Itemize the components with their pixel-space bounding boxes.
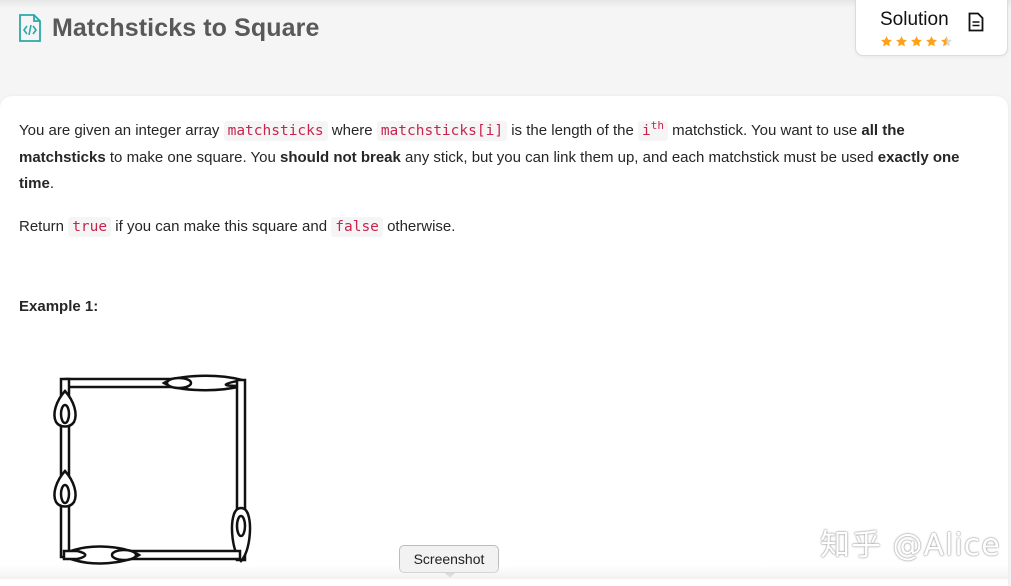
star-icon — [896, 36, 907, 47]
return-paragraph: Return true if you can make this square … — [19, 214, 984, 241]
star-icon — [881, 36, 892, 47]
example-heading: Example 1: — [19, 298, 99, 315]
star-icon — [911, 36, 922, 47]
code-var: i — [641, 123, 651, 139]
text: You are given an integer array — [19, 122, 224, 139]
matchsticks-square-image — [53, 374, 252, 565]
bold-text: should not break — [280, 148, 401, 166]
text: matchstick. You want to use — [667, 122, 862, 139]
code-file-icon — [19, 14, 41, 42]
inline-code: matchsticks — [223, 121, 328, 141]
inline-code: false — [331, 216, 383, 237]
star-icon — [926, 36, 937, 47]
inline-code: true — [68, 216, 112, 237]
problem-header: Matchsticks to Square — [18, 12, 319, 44]
text: Return — [19, 217, 69, 235]
solution-label: Solution — [880, 9, 949, 30]
inline-code: matchsticks[i] — [376, 121, 508, 141]
page-title: Matchsticks to Square — [52, 13, 320, 42]
text: is the length of the — [507, 122, 638, 139]
document-icon — [968, 12, 984, 32]
problem-description: You are given an integer array matchstic… — [19, 118, 984, 240]
text: to make one square. You — [105, 148, 281, 166]
half-star-icon — [941, 36, 952, 47]
text: where — [327, 122, 377, 139]
watermark: 知乎 @Alice — [820, 528, 1001, 563]
text: . — [49, 175, 55, 192]
superscript: th — [650, 119, 664, 133]
inline-code-i: ith — [637, 119, 668, 141]
solution-button[interactable]: Solution — [855, 0, 1008, 56]
description-paragraph: You are given an integer array matchstic… — [19, 118, 984, 198]
text: if you can make this square and — [111, 217, 332, 235]
bottom-fade — [0, 565, 1011, 579]
text: any stick, but you can link them up, and… — [400, 148, 878, 166]
description-panel: You are given an integer array matchstic… — [0, 96, 1008, 586]
rating-stars — [880, 35, 953, 48]
text: otherwise. — [382, 217, 456, 235]
